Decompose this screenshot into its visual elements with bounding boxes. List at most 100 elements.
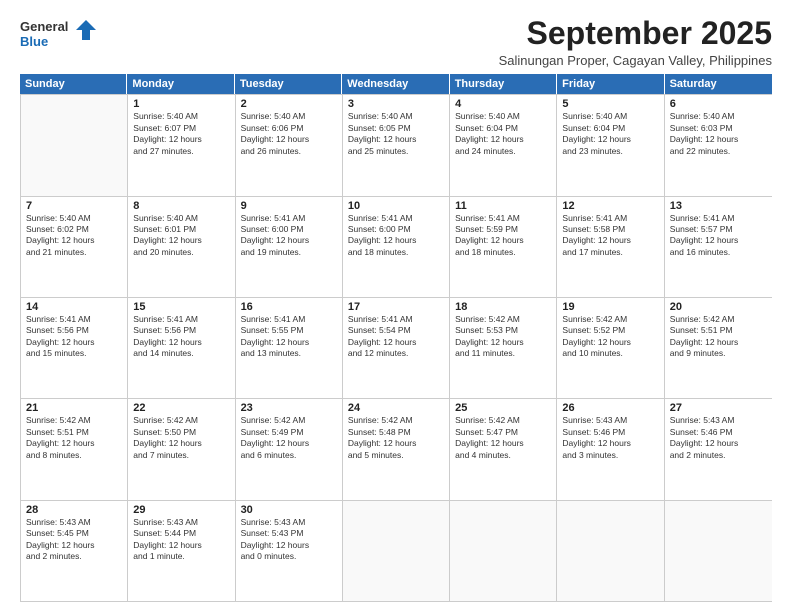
day-info: Sunrise: 5:43 AM Sunset: 5:43 PM Dayligh… bbox=[241, 517, 337, 563]
weekday-header-monday: Monday bbox=[127, 74, 234, 94]
day-number: 17 bbox=[348, 301, 444, 313]
day-number: 15 bbox=[133, 301, 229, 313]
calendar-cell: 11Sunrise: 5:41 AM Sunset: 5:59 PM Dayli… bbox=[450, 197, 557, 297]
day-number: 23 bbox=[241, 402, 337, 414]
day-number: 26 bbox=[562, 402, 658, 414]
day-number: 4 bbox=[455, 98, 551, 110]
day-number: 1 bbox=[133, 98, 229, 110]
day-number: 16 bbox=[241, 301, 337, 313]
day-number: 13 bbox=[670, 200, 767, 212]
day-number: 24 bbox=[348, 402, 444, 414]
calendar-cell: 17Sunrise: 5:41 AM Sunset: 5:54 PM Dayli… bbox=[343, 298, 450, 398]
day-info: Sunrise: 5:42 AM Sunset: 5:48 PM Dayligh… bbox=[348, 415, 444, 461]
day-number: 14 bbox=[26, 301, 122, 313]
day-number: 30 bbox=[241, 504, 337, 516]
day-number: 6 bbox=[670, 98, 767, 110]
calendar-cell: 13Sunrise: 5:41 AM Sunset: 5:57 PM Dayli… bbox=[665, 197, 772, 297]
day-number: 18 bbox=[455, 301, 551, 313]
svg-text:Blue: Blue bbox=[20, 34, 48, 49]
day-number: 29 bbox=[133, 504, 229, 516]
calendar-cell: 1Sunrise: 5:40 AM Sunset: 6:07 PM Daylig… bbox=[128, 95, 235, 195]
day-info: Sunrise: 5:43 AM Sunset: 5:44 PM Dayligh… bbox=[133, 517, 229, 563]
day-info: Sunrise: 5:40 AM Sunset: 6:01 PM Dayligh… bbox=[133, 213, 229, 259]
calendar-cell: 22Sunrise: 5:42 AM Sunset: 5:50 PM Dayli… bbox=[128, 399, 235, 499]
day-info: Sunrise: 5:41 AM Sunset: 5:58 PM Dayligh… bbox=[562, 213, 658, 259]
calendar-cell: 29Sunrise: 5:43 AM Sunset: 5:44 PM Dayli… bbox=[128, 501, 235, 601]
calendar-cell bbox=[665, 501, 772, 601]
weekday-header-sunday: Sunday bbox=[20, 74, 127, 94]
calendar-cell: 14Sunrise: 5:41 AM Sunset: 5:56 PM Dayli… bbox=[21, 298, 128, 398]
calendar-cell: 21Sunrise: 5:42 AM Sunset: 5:51 PM Dayli… bbox=[21, 399, 128, 499]
calendar-cell: 5Sunrise: 5:40 AM Sunset: 6:04 PM Daylig… bbox=[557, 95, 664, 195]
calendar-cell bbox=[21, 95, 128, 195]
calendar-cell: 23Sunrise: 5:42 AM Sunset: 5:49 PM Dayli… bbox=[236, 399, 343, 499]
day-number: 25 bbox=[455, 402, 551, 414]
day-number: 3 bbox=[348, 98, 444, 110]
calendar-cell: 28Sunrise: 5:43 AM Sunset: 5:45 PM Dayli… bbox=[21, 501, 128, 601]
day-info: Sunrise: 5:41 AM Sunset: 5:55 PM Dayligh… bbox=[241, 314, 337, 360]
weekday-header-friday: Friday bbox=[557, 74, 664, 94]
calendar-cell: 27Sunrise: 5:43 AM Sunset: 5:46 PM Dayli… bbox=[665, 399, 772, 499]
day-number: 27 bbox=[670, 402, 767, 414]
calendar-cell: 6Sunrise: 5:40 AM Sunset: 6:03 PM Daylig… bbox=[665, 95, 772, 195]
calendar-cell: 16Sunrise: 5:41 AM Sunset: 5:55 PM Dayli… bbox=[236, 298, 343, 398]
calendar-cell: 7Sunrise: 5:40 AM Sunset: 6:02 PM Daylig… bbox=[21, 197, 128, 297]
calendar-cell: 4Sunrise: 5:40 AM Sunset: 6:04 PM Daylig… bbox=[450, 95, 557, 195]
day-info: Sunrise: 5:43 AM Sunset: 5:46 PM Dayligh… bbox=[562, 415, 658, 461]
calendar-cell: 8Sunrise: 5:40 AM Sunset: 6:01 PM Daylig… bbox=[128, 197, 235, 297]
calendar-header: SundayMondayTuesdayWednesdayThursdayFrid… bbox=[20, 74, 772, 94]
day-info: Sunrise: 5:42 AM Sunset: 5:52 PM Dayligh… bbox=[562, 314, 658, 360]
day-info: Sunrise: 5:41 AM Sunset: 5:56 PM Dayligh… bbox=[26, 314, 122, 360]
day-number: 8 bbox=[133, 200, 229, 212]
calendar-cell: 10Sunrise: 5:41 AM Sunset: 6:00 PM Dayli… bbox=[343, 197, 450, 297]
day-info: Sunrise: 5:40 AM Sunset: 6:06 PM Dayligh… bbox=[241, 111, 337, 157]
location-title: Salinungan Proper, Cagayan Valley, Phili… bbox=[499, 53, 772, 68]
day-number: 12 bbox=[562, 200, 658, 212]
day-info: Sunrise: 5:42 AM Sunset: 5:50 PM Dayligh… bbox=[133, 415, 229, 461]
svg-text:General: General bbox=[20, 19, 68, 34]
calendar-cell: 12Sunrise: 5:41 AM Sunset: 5:58 PM Dayli… bbox=[557, 197, 664, 297]
logo: General Blue bbox=[20, 16, 100, 52]
calendar-week-4: 21Sunrise: 5:42 AM Sunset: 5:51 PM Dayli… bbox=[21, 398, 772, 499]
calendar-cell: 19Sunrise: 5:42 AM Sunset: 5:52 PM Dayli… bbox=[557, 298, 664, 398]
calendar-cell: 20Sunrise: 5:42 AM Sunset: 5:51 PM Dayli… bbox=[665, 298, 772, 398]
day-info: Sunrise: 5:41 AM Sunset: 5:57 PM Dayligh… bbox=[670, 213, 767, 259]
calendar-cell: 30Sunrise: 5:43 AM Sunset: 5:43 PM Dayli… bbox=[236, 501, 343, 601]
day-number: 19 bbox=[562, 301, 658, 313]
day-info: Sunrise: 5:41 AM Sunset: 5:59 PM Dayligh… bbox=[455, 213, 551, 259]
day-info: Sunrise: 5:42 AM Sunset: 5:49 PM Dayligh… bbox=[241, 415, 337, 461]
day-number: 5 bbox=[562, 98, 658, 110]
day-info: Sunrise: 5:40 AM Sunset: 6:04 PM Dayligh… bbox=[562, 111, 658, 157]
day-info: Sunrise: 5:43 AM Sunset: 5:45 PM Dayligh… bbox=[26, 517, 122, 563]
day-info: Sunrise: 5:40 AM Sunset: 6:05 PM Dayligh… bbox=[348, 111, 444, 157]
weekday-header-thursday: Thursday bbox=[450, 74, 557, 94]
month-title: September 2025 bbox=[499, 16, 772, 51]
calendar-cell: 2Sunrise: 5:40 AM Sunset: 6:06 PM Daylig… bbox=[236, 95, 343, 195]
day-info: Sunrise: 5:40 AM Sunset: 6:02 PM Dayligh… bbox=[26, 213, 122, 259]
day-info: Sunrise: 5:40 AM Sunset: 6:03 PM Dayligh… bbox=[670, 111, 767, 157]
calendar-cell bbox=[343, 501, 450, 601]
day-info: Sunrise: 5:42 AM Sunset: 5:51 PM Dayligh… bbox=[670, 314, 767, 360]
calendar: SundayMondayTuesdayWednesdayThursdayFrid… bbox=[20, 74, 772, 602]
calendar-cell bbox=[450, 501, 557, 601]
weekday-header-saturday: Saturday bbox=[665, 74, 772, 94]
calendar-week-2: 7Sunrise: 5:40 AM Sunset: 6:02 PM Daylig… bbox=[21, 196, 772, 297]
day-info: Sunrise: 5:42 AM Sunset: 5:47 PM Dayligh… bbox=[455, 415, 551, 461]
day-info: Sunrise: 5:41 AM Sunset: 6:00 PM Dayligh… bbox=[241, 213, 337, 259]
day-number: 20 bbox=[670, 301, 767, 313]
logo-svg: General Blue bbox=[20, 16, 100, 52]
day-number: 9 bbox=[241, 200, 337, 212]
calendar-cell: 18Sunrise: 5:42 AM Sunset: 5:53 PM Dayli… bbox=[450, 298, 557, 398]
day-number: 2 bbox=[241, 98, 337, 110]
calendar-cell: 25Sunrise: 5:42 AM Sunset: 5:47 PM Dayli… bbox=[450, 399, 557, 499]
calendar-week-3: 14Sunrise: 5:41 AM Sunset: 5:56 PM Dayli… bbox=[21, 297, 772, 398]
calendar-cell: 26Sunrise: 5:43 AM Sunset: 5:46 PM Dayli… bbox=[557, 399, 664, 499]
day-number: 10 bbox=[348, 200, 444, 212]
calendar-cell: 3Sunrise: 5:40 AM Sunset: 6:05 PM Daylig… bbox=[343, 95, 450, 195]
calendar-cell: 9Sunrise: 5:41 AM Sunset: 6:00 PM Daylig… bbox=[236, 197, 343, 297]
day-number: 7 bbox=[26, 200, 122, 212]
day-info: Sunrise: 5:43 AM Sunset: 5:46 PM Dayligh… bbox=[670, 415, 767, 461]
day-info: Sunrise: 5:41 AM Sunset: 5:54 PM Dayligh… bbox=[348, 314, 444, 360]
calendar-week-5: 28Sunrise: 5:43 AM Sunset: 5:45 PM Dayli… bbox=[21, 500, 772, 601]
day-info: Sunrise: 5:40 AM Sunset: 6:07 PM Dayligh… bbox=[133, 111, 229, 157]
